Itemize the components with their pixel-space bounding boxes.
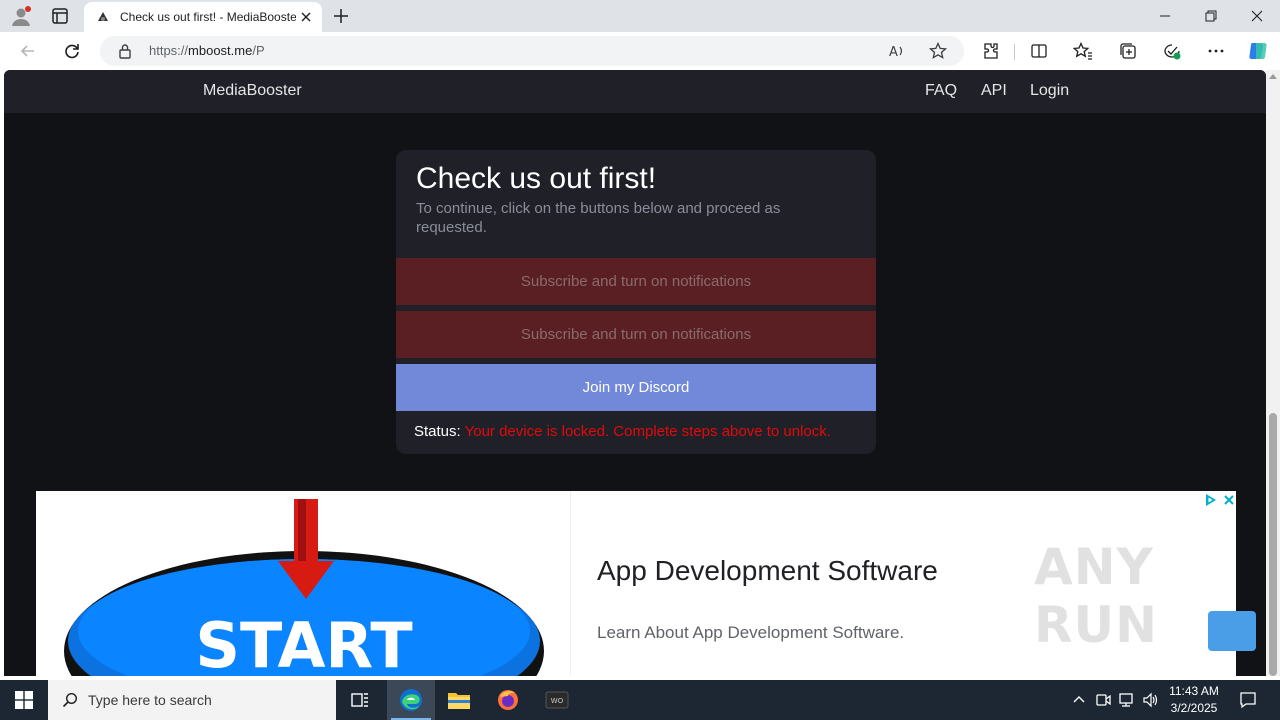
windows-taskbar: Type here to search WO 11:43 AM 3/2/2025 — [0, 680, 1280, 720]
network-icon[interactable] — [1118, 691, 1136, 709]
restore-icon[interactable] — [1188, 0, 1234, 32]
task-view-button[interactable] — [336, 680, 384, 720]
svg-text:A: A — [889, 45, 898, 60]
split-screen-icon[interactable] — [1029, 41, 1049, 61]
search-icon — [62, 692, 78, 708]
active-tab[interactable]: Check us out first! - MediaBooster — [84, 2, 322, 32]
ad-headline[interactable]: App Development Software — [597, 555, 938, 587]
ad-image-text: START — [195, 609, 412, 676]
site-favicon-icon — [98, 12, 108, 21]
taskbar-clock[interactable]: 11:43 AM 3/2/2025 — [1162, 683, 1226, 717]
more-options-icon[interactable] — [1206, 41, 1226, 61]
show-hidden-icons-icon[interactable] — [1070, 691, 1088, 709]
unlock-card: Check us out first! To continue, click o… — [396, 150, 876, 454]
status-value: Your device is locked. Complete steps ab… — [464, 423, 831, 440]
lock-icon[interactable] — [118, 43, 132, 59]
scrollbar-thumb[interactable] — [1269, 413, 1277, 676]
notifications-icon[interactable] — [1238, 690, 1258, 710]
page-scrollbar[interactable] — [1266, 70, 1280, 676]
clock-date: 3/2/2025 — [1170, 701, 1218, 715]
extensions-icon[interactable] — [981, 41, 1001, 61]
toolbar-separator — [1014, 44, 1015, 60]
taskbar-file-explorer[interactable] — [435, 680, 483, 720]
minimize-icon[interactable] — [1142, 0, 1188, 32]
status-line: Status: Your device is locked. Complete … — [414, 423, 831, 440]
windows-logo-icon — [15, 691, 33, 709]
firefox-icon — [498, 690, 518, 710]
start-button[interactable] — [0, 680, 48, 720]
ad-description[interactable]: Learn About App Development Software. — [597, 623, 904, 643]
tab-title: Check us out first! - MediaBooster — [120, 10, 296, 24]
browser-toolbar: https://mboost.me/P A — [0, 32, 1280, 70]
browser-tab-strip: Check us out first! - MediaBooster — [0, 0, 1280, 32]
refresh-icon[interactable] — [62, 41, 82, 61]
scroll-up-icon[interactable] — [1269, 74, 1277, 79]
favorites-icon[interactable] — [1073, 41, 1093, 61]
ad-image[interactable]: START — [36, 491, 571, 676]
close-window-icon[interactable] — [1234, 0, 1280, 32]
subscribe-button-2[interactable]: Subscribe and turn on notifications — [396, 311, 876, 358]
taskbar-app-dark[interactable]: WO — [533, 680, 581, 720]
taskbar-edge[interactable] — [387, 680, 435, 720]
tab-actions-icon[interactable] — [50, 6, 70, 26]
close-tab-icon[interactable] — [298, 9, 314, 25]
nav-login-link[interactable]: Login — [1030, 82, 1069, 100]
card-title: Check us out first! — [416, 162, 657, 195]
clock-time: 11:43 AM — [1169, 684, 1219, 698]
address-bar[interactable]: https://mboost.me/P A — [100, 36, 964, 66]
watermark: ANY RUN — [1034, 538, 1158, 654]
folder-icon — [448, 693, 470, 709]
nav-faq-link[interactable]: FAQ — [925, 82, 957, 100]
site-navbar: MediaBooster FAQ API Login — [4, 70, 1266, 113]
join-discord-button[interactable]: Join my Discord — [396, 364, 876, 411]
favorite-star-icon[interactable] — [929, 42, 947, 60]
subscribe-button-1[interactable]: Subscribe and turn on notifications — [396, 258, 876, 305]
taskbar-firefox[interactable] — [484, 680, 532, 720]
copilot-icon[interactable] — [1246, 39, 1270, 63]
browser-essentials-icon[interactable] — [1162, 41, 1182, 61]
edge-icon — [400, 689, 422, 711]
new-tab-icon[interactable] — [331, 6, 351, 26]
nav-api-link[interactable]: API — [981, 82, 1007, 100]
brand-link[interactable]: MediaBooster — [203, 82, 302, 100]
profile-icon[interactable] — [10, 5, 32, 27]
back-icon[interactable] — [18, 41, 38, 61]
svg-text:WO: WO — [551, 697, 564, 705]
url-text: https://mboost.me/P — [149, 43, 265, 58]
search-placeholder: Type here to search — [88, 692, 212, 708]
meet-now-icon[interactable] — [1094, 691, 1112, 709]
app-icon: WO — [545, 691, 569, 709]
ad-close-icon[interactable] — [1222, 493, 1236, 507]
task-view-icon — [351, 693, 368, 707]
volume-icon[interactable] — [1142, 691, 1160, 709]
status-label: Status: — [414, 423, 461, 440]
card-subtitle: To continue, click on the buttons below … — [416, 200, 781, 236]
taskbar-search-box[interactable]: Type here to search — [48, 680, 336, 720]
collections-icon[interactable] — [1118, 41, 1138, 61]
read-aloud-icon[interactable]: A — [888, 42, 906, 60]
ad-choices-icon[interactable] — [1204, 493, 1218, 507]
